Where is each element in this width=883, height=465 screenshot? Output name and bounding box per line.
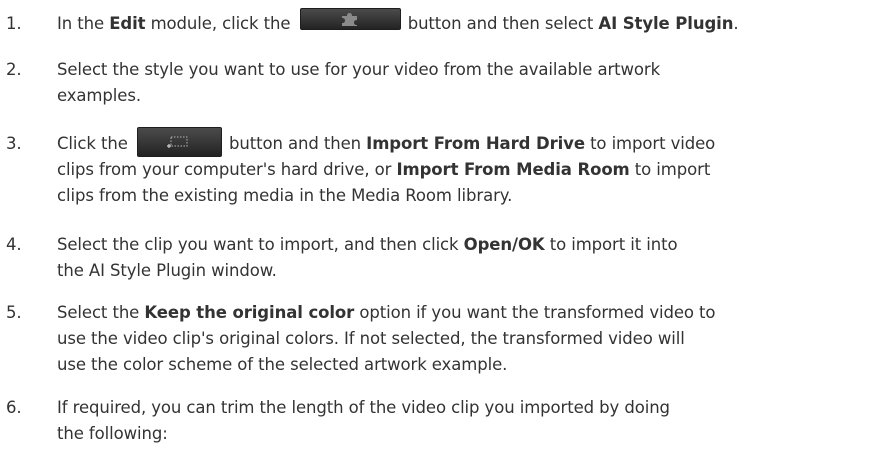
keep-original-color-label: Keep the original color	[144, 303, 355, 322]
plugin-button	[299, 7, 401, 30]
import-media-icon	[167, 136, 188, 148]
edit-module-label: Edit	[109, 14, 146, 33]
step-text: Select the style you want to use for you…	[57, 60, 661, 105]
step-text: In the Edit module, click the button and…	[57, 7, 872, 37]
step-text: Click the button and then Import From Ha…	[57, 126, 872, 209]
step-number: 4.	[6, 235, 22, 254]
step-number: 1.	[6, 14, 22, 33]
step-number: 2.	[6, 60, 22, 79]
import-media-button	[136, 126, 222, 157]
step-number: 3.	[6, 134, 22, 153]
step-text: If required, you can trim the length of …	[57, 398, 670, 443]
open-ok-label: Open/OK	[463, 235, 545, 254]
import-from-media-room-label: Import From Media Room	[396, 160, 630, 179]
step-number: 6.	[6, 398, 22, 417]
import-from-hard-drive-label: Import From Hard Drive	[366, 134, 585, 153]
plugin-puzzle-icon	[342, 12, 358, 26]
step-number: 5.	[6, 303, 22, 322]
ai-style-plugin-label: AI Style Plugin	[598, 14, 734, 33]
step-text: Select the Keep the original color optio…	[57, 303, 716, 374]
step-text: Select the clip you want to import, and …	[57, 235, 678, 280]
